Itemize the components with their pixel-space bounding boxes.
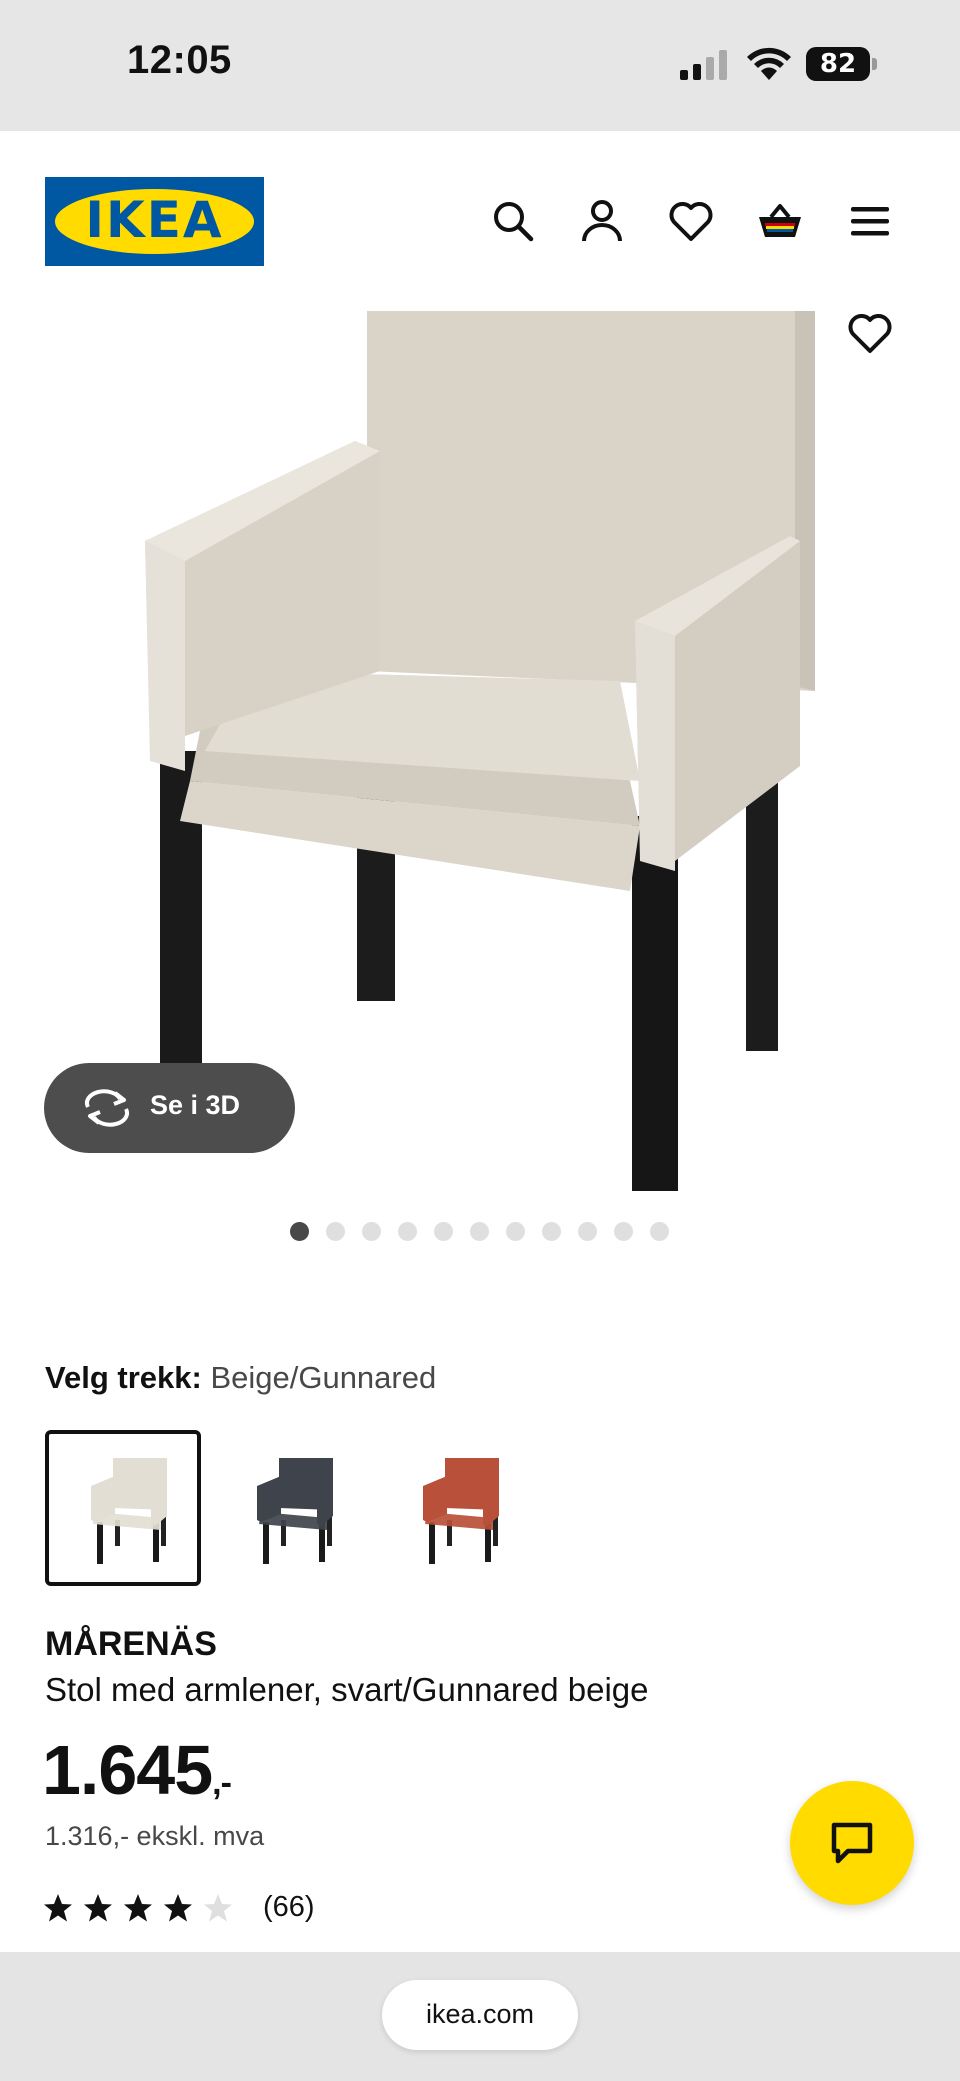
chair-image	[145, 311, 815, 1191]
product-description: Stol med armlener, svart/Gunnared beige	[45, 1671, 649, 1708]
chair-thumbnail	[91, 1458, 167, 1564]
carousel-dot[interactable]	[506, 1222, 525, 1241]
carousel-dot[interactable]	[434, 1222, 453, 1241]
account-icon[interactable]	[578, 197, 626, 245]
cover-swatch-dark-grey[interactable]	[211, 1430, 367, 1586]
battery-icon: 82	[806, 47, 877, 81]
carousel-dot[interactable]	[614, 1222, 633, 1241]
browser-bar: ikea.com	[0, 1952, 960, 2081]
cover-swatches	[45, 1430, 533, 1586]
star-icon	[164, 1893, 192, 1921]
review-count: (66)	[263, 1891, 315, 1923]
rating-stars	[43, 1893, 243, 1923]
cellular-signal-icon	[680, 50, 727, 80]
status-time: 12:05	[127, 38, 232, 82]
add-to-favorites-icon[interactable]	[846, 311, 894, 355]
cover-value: Beige/Gunnared	[210, 1360, 437, 1395]
shopping-bag-icon[interactable]	[756, 197, 804, 245]
product-name: MÅRENÄS	[45, 1625, 217, 1663]
address-bar[interactable]: ikea.com	[382, 1980, 578, 2050]
price-suffix: ,-	[212, 1764, 232, 1802]
product-image-gallery[interactable]: Se i 3D	[0, 311, 960, 1191]
product-price: 1.645,-	[42, 1730, 232, 1810]
battery-level: 82	[819, 49, 857, 79]
chat-button[interactable]	[790, 1781, 914, 1905]
search-icon[interactable]	[489, 197, 537, 245]
logo-text: IKEA	[85, 191, 224, 249]
view-in-3d-label: Se i 3D	[150, 1090, 241, 1120]
carousel-dot[interactable]	[290, 1222, 309, 1241]
carousel-dot[interactable]	[470, 1222, 489, 1241]
menu-icon[interactable]	[846, 197, 894, 245]
url-text: ikea.com	[425, 1999, 535, 2029]
chair-thumbnail	[423, 1458, 499, 1564]
price-ex-vat: 1.316,- ekskl. mva	[45, 1821, 265, 1851]
star-icon	[204, 1893, 232, 1921]
favorites-icon[interactable]	[667, 197, 715, 245]
carousel-dot[interactable]	[362, 1222, 381, 1241]
carousel-dot[interactable]	[398, 1222, 417, 1241]
site-header: IKEA	[0, 131, 960, 311]
ikea-logo[interactable]: IKEA	[45, 177, 264, 266]
price-value: 1.645	[42, 1731, 213, 1809]
product-rating[interactable]: (66)	[43, 1891, 315, 1924]
carousel-dot[interactable]	[650, 1222, 669, 1241]
chair-thumbnail	[257, 1458, 333, 1564]
cover-swatch-red-orange[interactable]	[377, 1430, 533, 1586]
cover-selection: Velg trekk: Beige/Gunnared	[45, 1360, 436, 1396]
carousel-dot[interactable]	[578, 1222, 597, 1241]
carousel-dot[interactable]	[326, 1222, 345, 1241]
carousel-dot[interactable]	[542, 1222, 561, 1241]
status-bar: 12:05 82	[0, 0, 960, 131]
star-icon	[44, 1893, 72, 1921]
carousel-dots	[290, 1222, 669, 1242]
view-in-3d-button[interactable]: Se i 3D	[44, 1063, 295, 1153]
cover-label: Velg trekk:	[45, 1360, 202, 1395]
rotate-3d-icon	[84, 1089, 130, 1127]
chat-icon	[831, 1822, 873, 1864]
wifi-icon	[747, 47, 791, 80]
star-icon	[124, 1893, 152, 1921]
cover-swatch-beige[interactable]	[45, 1430, 201, 1586]
star-icon	[84, 1893, 112, 1921]
